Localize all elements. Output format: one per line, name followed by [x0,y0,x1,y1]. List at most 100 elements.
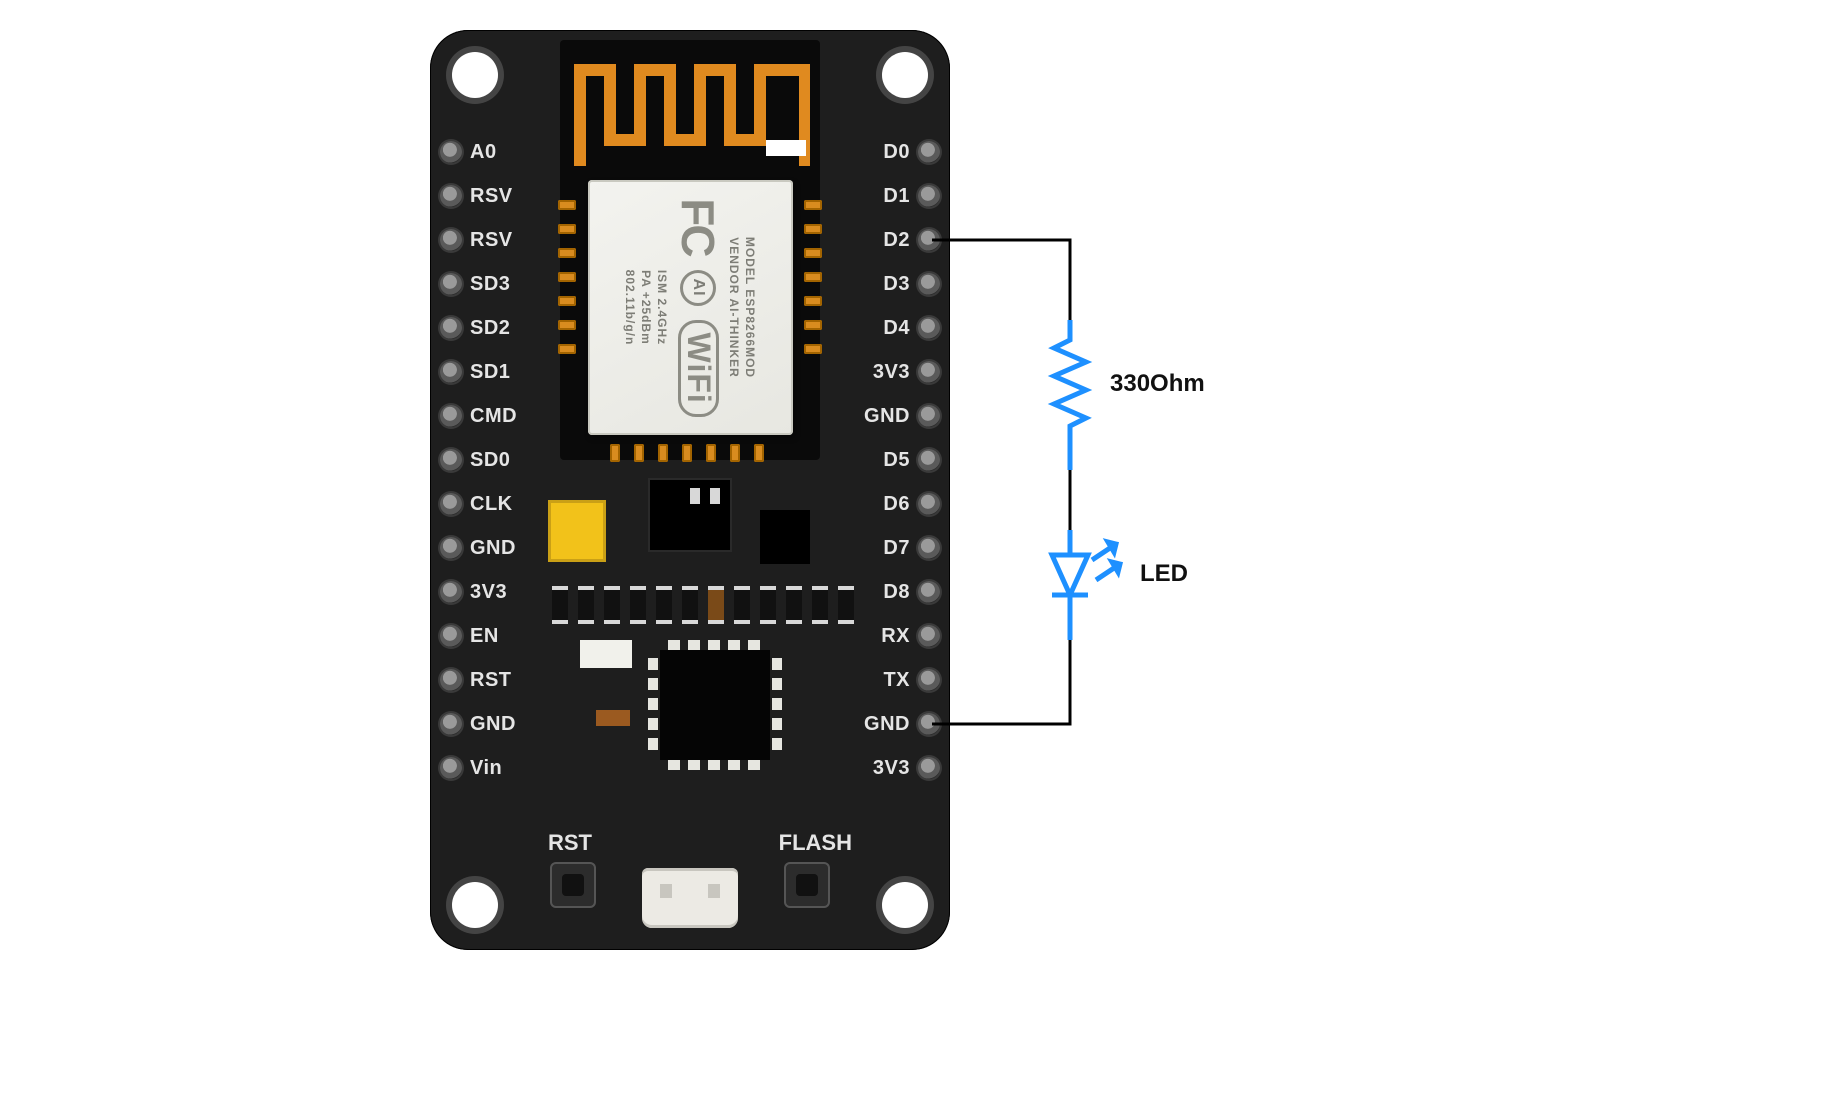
pin-hole-icon [918,405,940,427]
pin-d4: D4 [864,306,940,350]
flash-button-label: FLASH [779,830,852,856]
pin-hole-icon [440,141,462,163]
module-model: MODEL ESP8266MOD [744,237,758,378]
pin-en: EN [440,614,517,658]
rst-button-label: RST [548,830,592,856]
transistor-icon [760,510,810,564]
pin-rsv: RSV [440,218,517,262]
pin-label: D1 [883,185,910,208]
rf-shield: MODEL ESP8266MOD VENDOR AI-THINKER FC AI… [588,180,793,435]
pin-label: D8 [883,581,910,604]
fc-mark-icon: FC [672,198,726,255]
pin-hole-icon [918,713,940,735]
castellation-icon [610,444,764,462]
mount-hole-icon [882,52,928,98]
pin-hole-icon [440,361,462,383]
ai-logo-icon: AI [681,270,717,306]
pin-hole-icon [918,317,940,339]
pin-rst: RST [440,658,517,702]
pin-sd3: SD3 [440,262,517,306]
pin-d2: D2 [864,218,940,262]
pin-3v3: 3V3 [440,570,517,614]
pin-d0: D0 [864,130,940,174]
pin-gnd: GND [440,702,517,746]
pin-hole-icon [440,449,462,471]
pin-label: RSV [470,185,513,208]
resistor-value-label: 330Ohm [1110,370,1205,398]
pin-hole-icon [918,581,940,603]
micro-usb-port-icon [642,868,738,928]
pin-sd2: SD2 [440,306,517,350]
pin-hole-icon [918,449,940,471]
pin-hole-icon [918,625,940,647]
pin-label: SD3 [470,273,510,296]
wifi-mark-icon: WiFi [678,320,719,417]
pin-d1: D1 [864,174,940,218]
pin-hole-icon [440,493,462,515]
diagram-stage: A0 RSV RSV SD3 SD2 SD1 CMD SD0 CLK GND 3V3 EN RST GND… [0,0,1821,1117]
pin-label: D6 [883,493,910,516]
pin-clk: CLK [440,482,517,526]
pin-a0: A0 [440,130,517,174]
pin-hole-icon [440,669,462,691]
pin-hole-icon [440,273,462,295]
pin-label: 3V3 [873,757,910,780]
module-pa: PA +25dBm [640,270,654,345]
module-std: 802.11b/g/n [624,270,638,346]
pin-rsv: RSV [440,174,517,218]
mount-hole-icon [452,882,498,928]
pin-gnd: GND [864,394,940,438]
pin-label: TX [883,669,910,692]
led-icon [1052,530,1120,640]
pin-hole-icon [440,625,462,647]
pin-label: GND [864,713,910,736]
pin-hole-icon [440,229,462,251]
pin-label: SD0 [470,449,510,472]
voltage-regulator-icon [650,480,730,550]
mount-hole-icon [882,882,928,928]
flash-button[interactable] [784,862,830,908]
pin-hole-icon [918,669,940,691]
pin-d3: D3 [864,262,940,306]
pin-tx: TX [864,658,940,702]
pin-hole-icon [918,273,940,295]
castellation-icon [804,200,822,354]
module-ism: ISM 2.4GHz [656,270,670,345]
rst-button[interactable] [550,862,596,908]
pin-d7: D7 [864,526,940,570]
pin-sd0: SD0 [440,438,517,482]
pin-gnd: GND [864,702,940,746]
pin-label: 3V3 [470,581,507,604]
pin-label: A0 [470,141,497,164]
pin-hole-icon [440,405,462,427]
pin-label: D0 [883,141,910,164]
pin-rx: RX [864,614,940,658]
pin-hole-icon [440,185,462,207]
pin-label: Vin [470,757,502,780]
pin-label: CMD [470,405,517,428]
pin-hole-icon [440,757,462,779]
module-vendor: VENDOR AI-THINKER [728,237,742,378]
pin-label: GND [864,405,910,428]
mount-hole-icon [452,52,498,98]
pin-label: RST [470,669,512,692]
pin-label: CLK [470,493,513,516]
pin-label: D3 [883,273,910,296]
pin-sd1: SD1 [440,350,517,394]
pin-d8: D8 [864,570,940,614]
pin-header-right: D0D1D2D3D43V3GNDD5D6D7D8RXTXGND3V3 [864,130,940,790]
pin-label: 3V3 [873,361,910,384]
led-label: LED [1140,560,1188,588]
pin-cmd: CMD [440,394,517,438]
usb-uart-chip-icon [660,650,770,760]
pin-label: SD2 [470,317,510,340]
esp8266-module: MODEL ESP8266MOD VENDOR AI-THINKER FC AI… [560,40,820,460]
pin-label: D7 [883,537,910,560]
pin-label: GND [470,713,516,736]
nodemcu-board: A0 RSV RSV SD3 SD2 SD1 CMD SD0 CLK GND 3V3 EN RST GND… [430,30,950,950]
pin-3v3: 3V3 [864,746,940,790]
pin-label: GND [470,537,516,560]
resistor-icon [1054,320,1086,470]
castellation-icon [558,200,576,354]
pin-label: EN [470,625,499,648]
